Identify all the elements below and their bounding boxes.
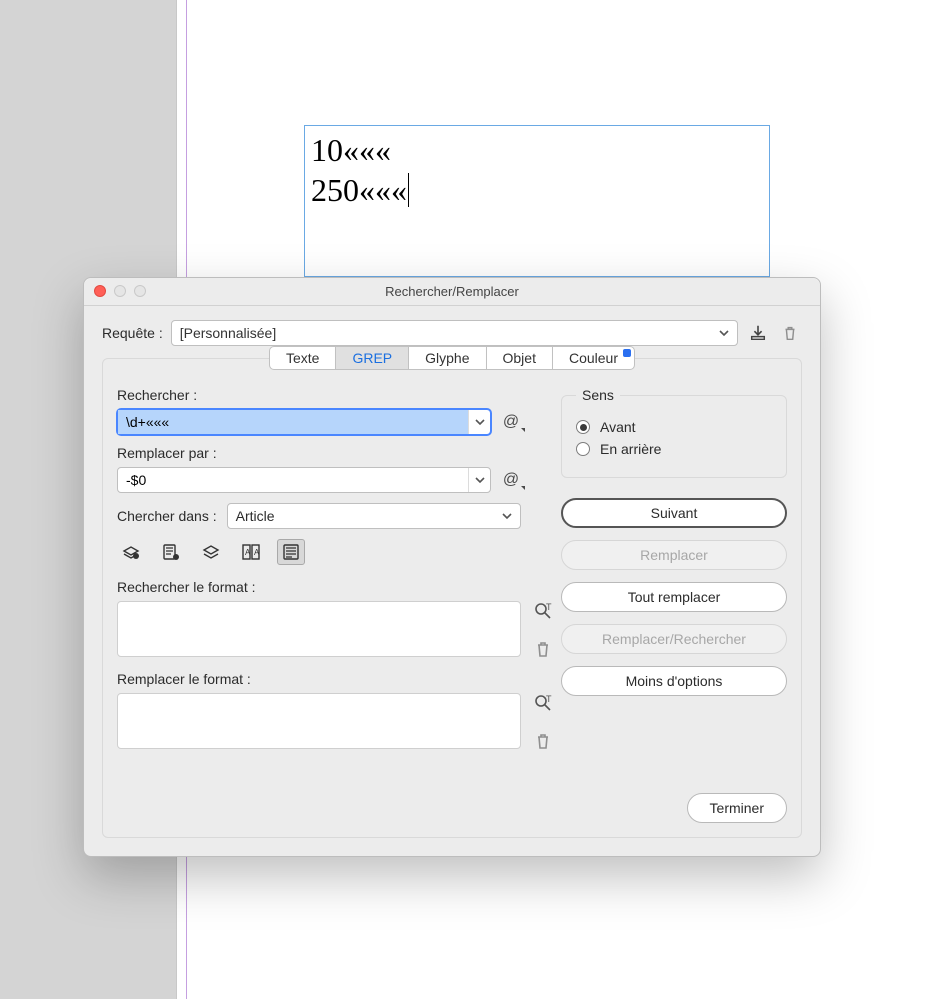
done-button[interactable]: Terminer <box>687 793 787 823</box>
zoom-window-button[interactable] <box>134 285 146 297</box>
direction-fieldset: Sens Avant En arrière <box>561 387 787 478</box>
tab-objet[interactable]: Objet <box>487 347 553 369</box>
tab-texte[interactable]: Texte <box>270 347 336 369</box>
tabs-container: Texte GREP Glyphe Objet Couleur Recherch… <box>102 358 802 838</box>
direction-legend: Sens <box>576 387 620 403</box>
tab-glyphe[interactable]: Glyphe <box>409 347 486 369</box>
replace-all-button[interactable]: Tout remplacer <box>561 582 787 612</box>
dialog-titlebar[interactable]: Rechercher/Remplacer <box>84 278 820 306</box>
query-value: [Personnalisée] <box>180 325 277 341</box>
tab-couleur[interactable]: Couleur <box>553 347 634 369</box>
radio-backward[interactable] <box>576 442 590 456</box>
find-input-wrap <box>117 409 491 435</box>
text-frame[interactable]: 10««« 250««« <box>304 125 770 277</box>
replace-find-button[interactable]: Remplacer/Rechercher <box>561 624 787 654</box>
svg-text:T: T <box>546 694 552 704</box>
find-input[interactable] <box>118 410 468 434</box>
svg-text:A: A <box>245 548 251 557</box>
text-line-2: 250««« <box>311 170 763 210</box>
svg-text:T: T <box>546 602 552 612</box>
footnotes-icon[interactable] <box>277 539 305 565</box>
hidden-layers-icon[interactable] <box>197 539 225 565</box>
locked-layers-icon[interactable] <box>117 539 145 565</box>
direction-forward-row[interactable]: Avant <box>576 419 772 435</box>
close-window-button[interactable] <box>94 285 106 297</box>
save-query-button[interactable] <box>746 321 770 345</box>
text-line-1: 10««« <box>311 130 763 170</box>
search-in-value: Article <box>236 508 275 524</box>
replace-history-toggle[interactable] <box>468 468 490 492</box>
chevron-down-icon <box>719 328 729 338</box>
direction-backward-row[interactable]: En arrière <box>576 441 772 457</box>
replace-label: Remplacer par : <box>117 445 521 461</box>
tab-badge <box>623 349 631 357</box>
window-controls <box>94 285 146 297</box>
find-next-button[interactable]: Suivant <box>561 498 787 528</box>
svg-text:A: A <box>254 548 260 557</box>
search-scope-toolbar: AA <box>117 539 521 565</box>
radio-forward[interactable] <box>576 420 590 434</box>
replace-input-wrap <box>117 467 491 493</box>
delete-query-button[interactable] <box>778 321 802 345</box>
replace-input[interactable] <box>118 468 468 492</box>
locked-stories-icon[interactable] <box>157 539 185 565</box>
replace-format-box[interactable] <box>117 693 521 749</box>
chevron-down-icon <box>502 511 512 521</box>
find-format-label: Rechercher le format : <box>117 579 521 595</box>
find-replace-dialog: Rechercher/Remplacer Requête : [Personna… <box>83 277 821 857</box>
grep-replace-special-button[interactable]: @ <box>501 471 521 489</box>
query-label: Requête : <box>102 325 163 341</box>
search-in-label: Chercher dans : <box>117 508 217 524</box>
master-pages-icon[interactable]: AA <box>237 539 265 565</box>
radio-forward-label: Avant <box>600 419 636 435</box>
specify-find-format-button[interactable]: T <box>533 601 553 621</box>
find-label: Rechercher : <box>117 387 521 403</box>
clear-find-format-button[interactable] <box>533 639 553 659</box>
query-dropdown[interactable]: [Personnalisée] <box>171 320 738 346</box>
find-history-toggle[interactable] <box>468 410 490 434</box>
search-in-select[interactable]: Article <box>227 503 521 529</box>
tab-grep[interactable]: GREP <box>336 347 409 369</box>
find-format-box[interactable] <box>117 601 521 657</box>
clear-replace-format-button[interactable] <box>533 731 553 751</box>
replace-button[interactable]: Remplacer <box>561 540 787 570</box>
grep-special-chars-button[interactable]: @ <box>501 413 521 431</box>
specify-replace-format-button[interactable]: T <box>533 693 553 713</box>
tabs: Texte GREP Glyphe Objet Couleur <box>269 346 635 370</box>
text-caret <box>408 173 409 207</box>
dialog-title: Rechercher/Remplacer <box>84 284 820 299</box>
fewer-options-button[interactable]: Moins d'options <box>561 666 787 696</box>
radio-backward-label: En arrière <box>600 441 661 457</box>
minimize-window-button[interactable] <box>114 285 126 297</box>
replace-format-label: Remplacer le format : <box>117 671 521 687</box>
